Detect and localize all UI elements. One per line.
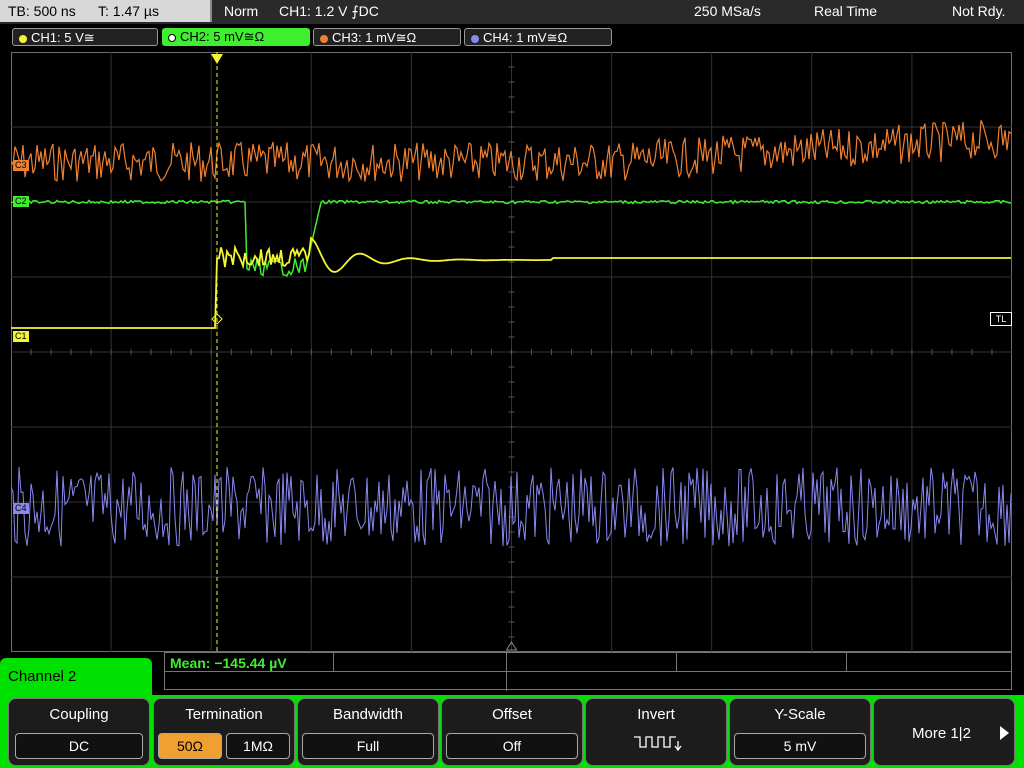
divider xyxy=(506,653,507,691)
offset-softkey[interactable]: Offset Off xyxy=(441,698,583,766)
termination-1m-option[interactable]: 1MΩ xyxy=(226,733,290,759)
termination-50-option[interactable]: 50Ω xyxy=(158,733,222,759)
timebase-box[interactable]: TB: 500 ns T: 1.47 µs xyxy=(0,0,212,22)
more-label: More 1|2 xyxy=(912,725,971,742)
mean-measurement: Mean: −145.44 µV xyxy=(170,655,287,671)
coupling-value[interactable]: DC xyxy=(15,733,143,759)
yscale-value[interactable]: 5 mV xyxy=(734,733,866,759)
ch3-label: CH3: 1 mV≅Ω xyxy=(332,30,417,45)
coupling-softkey[interactable]: Coupling DC xyxy=(8,698,150,766)
bandwidth-value[interactable]: Full xyxy=(302,733,434,759)
ch1-dot-icon xyxy=(19,34,27,43)
trigger-level-marker[interactable]: TL xyxy=(990,312,1012,326)
timebase-label: TB: 500 ns xyxy=(8,3,76,19)
ch2-level-marker[interactable]: C2 xyxy=(13,196,29,207)
ch3-dot-icon xyxy=(320,34,328,43)
trigger-position-icon xyxy=(211,54,223,64)
menu-title: Channel 2 xyxy=(8,668,77,685)
softkey-bar: Coupling DC Termination 50Ω 1MΩ Bandwidt… xyxy=(0,695,1024,768)
waveform-canvas[interactable] xyxy=(11,52,1012,652)
ch4-level-marker[interactable]: C4 xyxy=(13,503,29,514)
acquisition-mode: Real Time xyxy=(814,3,878,19)
yscale-title: Y-Scale xyxy=(774,706,826,723)
ch4-label: CH4: 1 mV≅Ω xyxy=(483,30,568,45)
invert-title: Invert xyxy=(637,706,675,723)
invert-softkey[interactable]: Invert xyxy=(585,698,727,766)
termination-softkey[interactable]: Termination 50Ω 1MΩ xyxy=(153,698,295,766)
ch1-level-marker[interactable]: C1 xyxy=(13,331,29,342)
more-softkey[interactable]: More 1|2 xyxy=(873,698,1015,766)
measurement-bar: Mean: −145.44 µV xyxy=(164,652,1012,691)
offset-title: Offset xyxy=(492,706,532,723)
trigger-time-label: T: 1.47 µs xyxy=(98,3,159,19)
ch3-level-marker[interactable]: C3 xyxy=(13,160,29,171)
ch2-label: CH2: 5 mV≅Ω xyxy=(180,29,265,44)
termination-title: Termination xyxy=(185,706,263,723)
bandwidth-title: Bandwidth xyxy=(332,706,404,723)
channel-1-button[interactable]: CH1: 5 V≅ xyxy=(12,28,158,46)
divider xyxy=(846,653,847,671)
trigger-info[interactable]: CH1: 1.2 V ⨍DC xyxy=(279,3,379,20)
divider xyxy=(676,653,677,671)
trigger-mode[interactable]: Norm xyxy=(224,3,258,19)
ch4-dot-icon xyxy=(471,34,479,43)
invert-waveform-icon xyxy=(634,736,682,752)
ch2-dot-icon xyxy=(168,33,176,42)
channel-4-button[interactable]: CH4: 1 mV≅Ω xyxy=(464,28,612,46)
ch1-label: CH1: 5 V≅ xyxy=(31,30,95,45)
channel-selector-row: CH1: 5 V≅ CH2: 5 mV≅Ω CH3: 1 mV≅Ω CH4: 1… xyxy=(0,25,1024,49)
channel-2-button[interactable]: CH2: 5 mV≅Ω xyxy=(162,28,310,46)
channel-3-button[interactable]: CH3: 1 mV≅Ω xyxy=(313,28,461,46)
status-bar: TB: 500 ns T: 1.47 µs Norm CH1: 1.2 V ⨍D… xyxy=(0,0,1024,24)
next-page-icon xyxy=(1000,726,1009,740)
divider xyxy=(333,653,334,671)
divider xyxy=(165,671,1011,672)
menu-title-tab: Channel 2 xyxy=(0,658,152,700)
acquisition-status: Not Rdy. xyxy=(952,3,1006,19)
bandwidth-softkey[interactable]: Bandwidth Full xyxy=(297,698,439,766)
coupling-title: Coupling xyxy=(49,706,109,723)
sample-rate: 250 MSa/s xyxy=(694,3,761,19)
yscale-softkey[interactable]: Y-Scale 5 mV xyxy=(729,698,871,766)
offset-value[interactable]: Off xyxy=(446,733,578,759)
